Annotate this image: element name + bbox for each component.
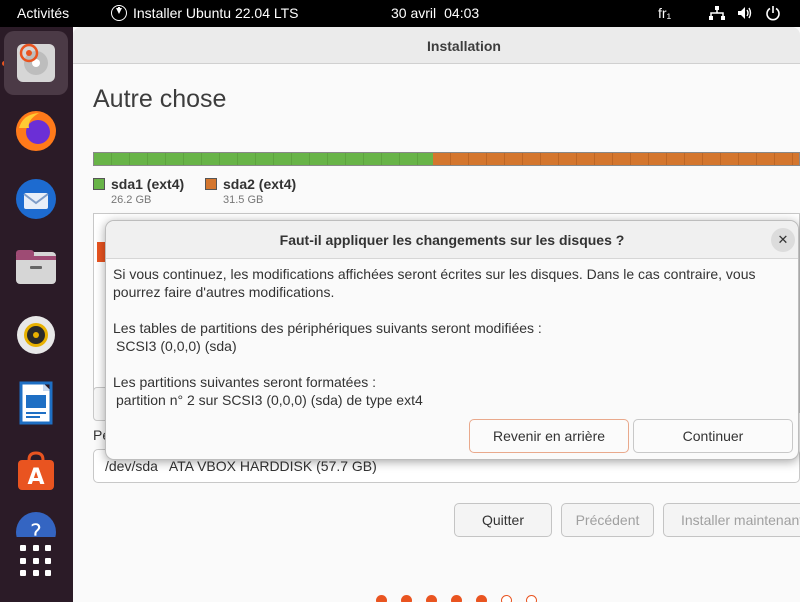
files-icon <box>16 250 56 284</box>
help-icon: ? <box>16 512 56 537</box>
partition-segment-sda1 <box>94 153 433 165</box>
partition-legend-sda2: sda2 (ext4) 31.5 GB <box>205 176 296 206</box>
progress-dot <box>526 595 537 602</box>
progress-dot <box>451 595 462 602</box>
progress-dot <box>476 595 487 602</box>
dock: A ? <box>0 27 73 602</box>
progress-dot <box>401 595 412 602</box>
format-section: Les partitions suivantes seront formatée… <box>113 373 797 409</box>
app-menu-label: Installer Ubuntu 22.04 LTS <box>133 5 299 21</box>
partition-tables-item: SCSI3 (0,0,0) (sda) <box>116 338 237 354</box>
continue-button[interactable]: Continuer <box>633 419 793 453</box>
partition-segment-sda2 <box>433 153 799 165</box>
clock-time: 04:03 <box>444 5 480 21</box>
dock-item-files[interactable] <box>4 235 68 299</box>
dialog-title: Faut-il appliquer les changements sur le… <box>279 232 625 248</box>
partition-tables-section: Les tables de partitions des périphériqu… <box>113 319 797 355</box>
libreoffice-writer-icon <box>19 381 53 425</box>
dialog-header: Faut-il appliquer les changements sur le… <box>106 221 798 259</box>
legend-swatch <box>205 178 217 190</box>
legend-label: sda2 (ext4) <box>223 176 297 192</box>
confirm-dialog: Faut-il appliquer les changements sur le… <box>105 220 799 460</box>
partition-legend-sda1: sda1 (ext4) 26.2 GB <box>93 176 184 206</box>
power-icon[interactable] <box>765 5 781 21</box>
format-heading: Les partitions suivantes seront formatée… <box>113 374 377 390</box>
legend-swatch <box>93 178 105 190</box>
quit-button[interactable]: Quitter <box>454 503 552 537</box>
show-applications-button[interactable] <box>20 545 52 577</box>
clock[interactable]: 30 avril 04:03 <box>391 5 479 21</box>
dock-item-installer[interactable] <box>4 31 68 95</box>
installer-download-icon <box>111 5 127 21</box>
top-bar: Activités Installer Ubuntu 22.04 LTS 30 … <box>0 0 800 27</box>
progress-dot <box>376 595 387 602</box>
dialog-body: Si vous continuez, les modifications aff… <box>113 265 797 427</box>
dock-item-thunderbird[interactable] <box>4 167 68 231</box>
network-icon[interactable] <box>709 6 725 20</box>
legend-size: 31.5 GB <box>223 194 264 206</box>
activities-button[interactable]: Activités <box>17 5 69 21</box>
software-center-icon: A <box>18 451 54 490</box>
window-header: Installation <box>73 27 800 64</box>
install-now-button[interactable]: Installer maintenant <box>663 503 800 537</box>
dock-item-software[interactable]: A <box>4 439 68 503</box>
svg-text:?: ? <box>30 521 42 537</box>
window-title: Installation <box>427 38 501 54</box>
dock-item-rhythmbox[interactable] <box>4 303 68 367</box>
progress-dot <box>501 595 512 602</box>
clock-date: 30 avril <box>391 5 437 21</box>
svg-text:A: A <box>27 465 44 490</box>
previous-button[interactable]: Précédent <box>561 503 654 537</box>
rhythmbox-icon <box>17 316 55 354</box>
legend-size: 26.2 GB <box>111 194 152 206</box>
format-item: partition n° 2 sur SCSI3 (0,0,0) (sda) d… <box>116 392 423 408</box>
ubiquity-installer-icon <box>17 43 55 82</box>
thunderbird-icon <box>16 179 56 219</box>
dialog-message: Si vous continuez, les modifications aff… <box>113 266 756 300</box>
grid-icon <box>20 545 26 551</box>
volume-icon[interactable] <box>737 6 753 20</box>
bootloader-label: Pe <box>93 427 105 443</box>
keyboard-layout-indicator[interactable]: fr₁ <box>658 5 671 21</box>
dock-item-help[interactable]: ? <box>4 505 68 537</box>
close-icon[interactable]: ✕ <box>771 228 795 252</box>
page-title: Autre chose <box>93 85 227 113</box>
legend-label: sda1 (ext4) <box>111 176 185 192</box>
progress-dot <box>426 595 437 602</box>
partition-tables-heading: Les tables de partitions des périphériqu… <box>113 320 542 336</box>
progress-dots <box>376 595 537 602</box>
app-menu[interactable]: Installer Ubuntu 22.04 LTS <box>111 5 299 21</box>
go-back-button[interactable]: Revenir en arrière <box>469 419 629 453</box>
dock-item-writer[interactable] <box>4 371 68 435</box>
dock-item-firefox[interactable] <box>4 99 68 163</box>
firefox-icon <box>16 111 56 151</box>
partition-bar <box>93 152 800 166</box>
